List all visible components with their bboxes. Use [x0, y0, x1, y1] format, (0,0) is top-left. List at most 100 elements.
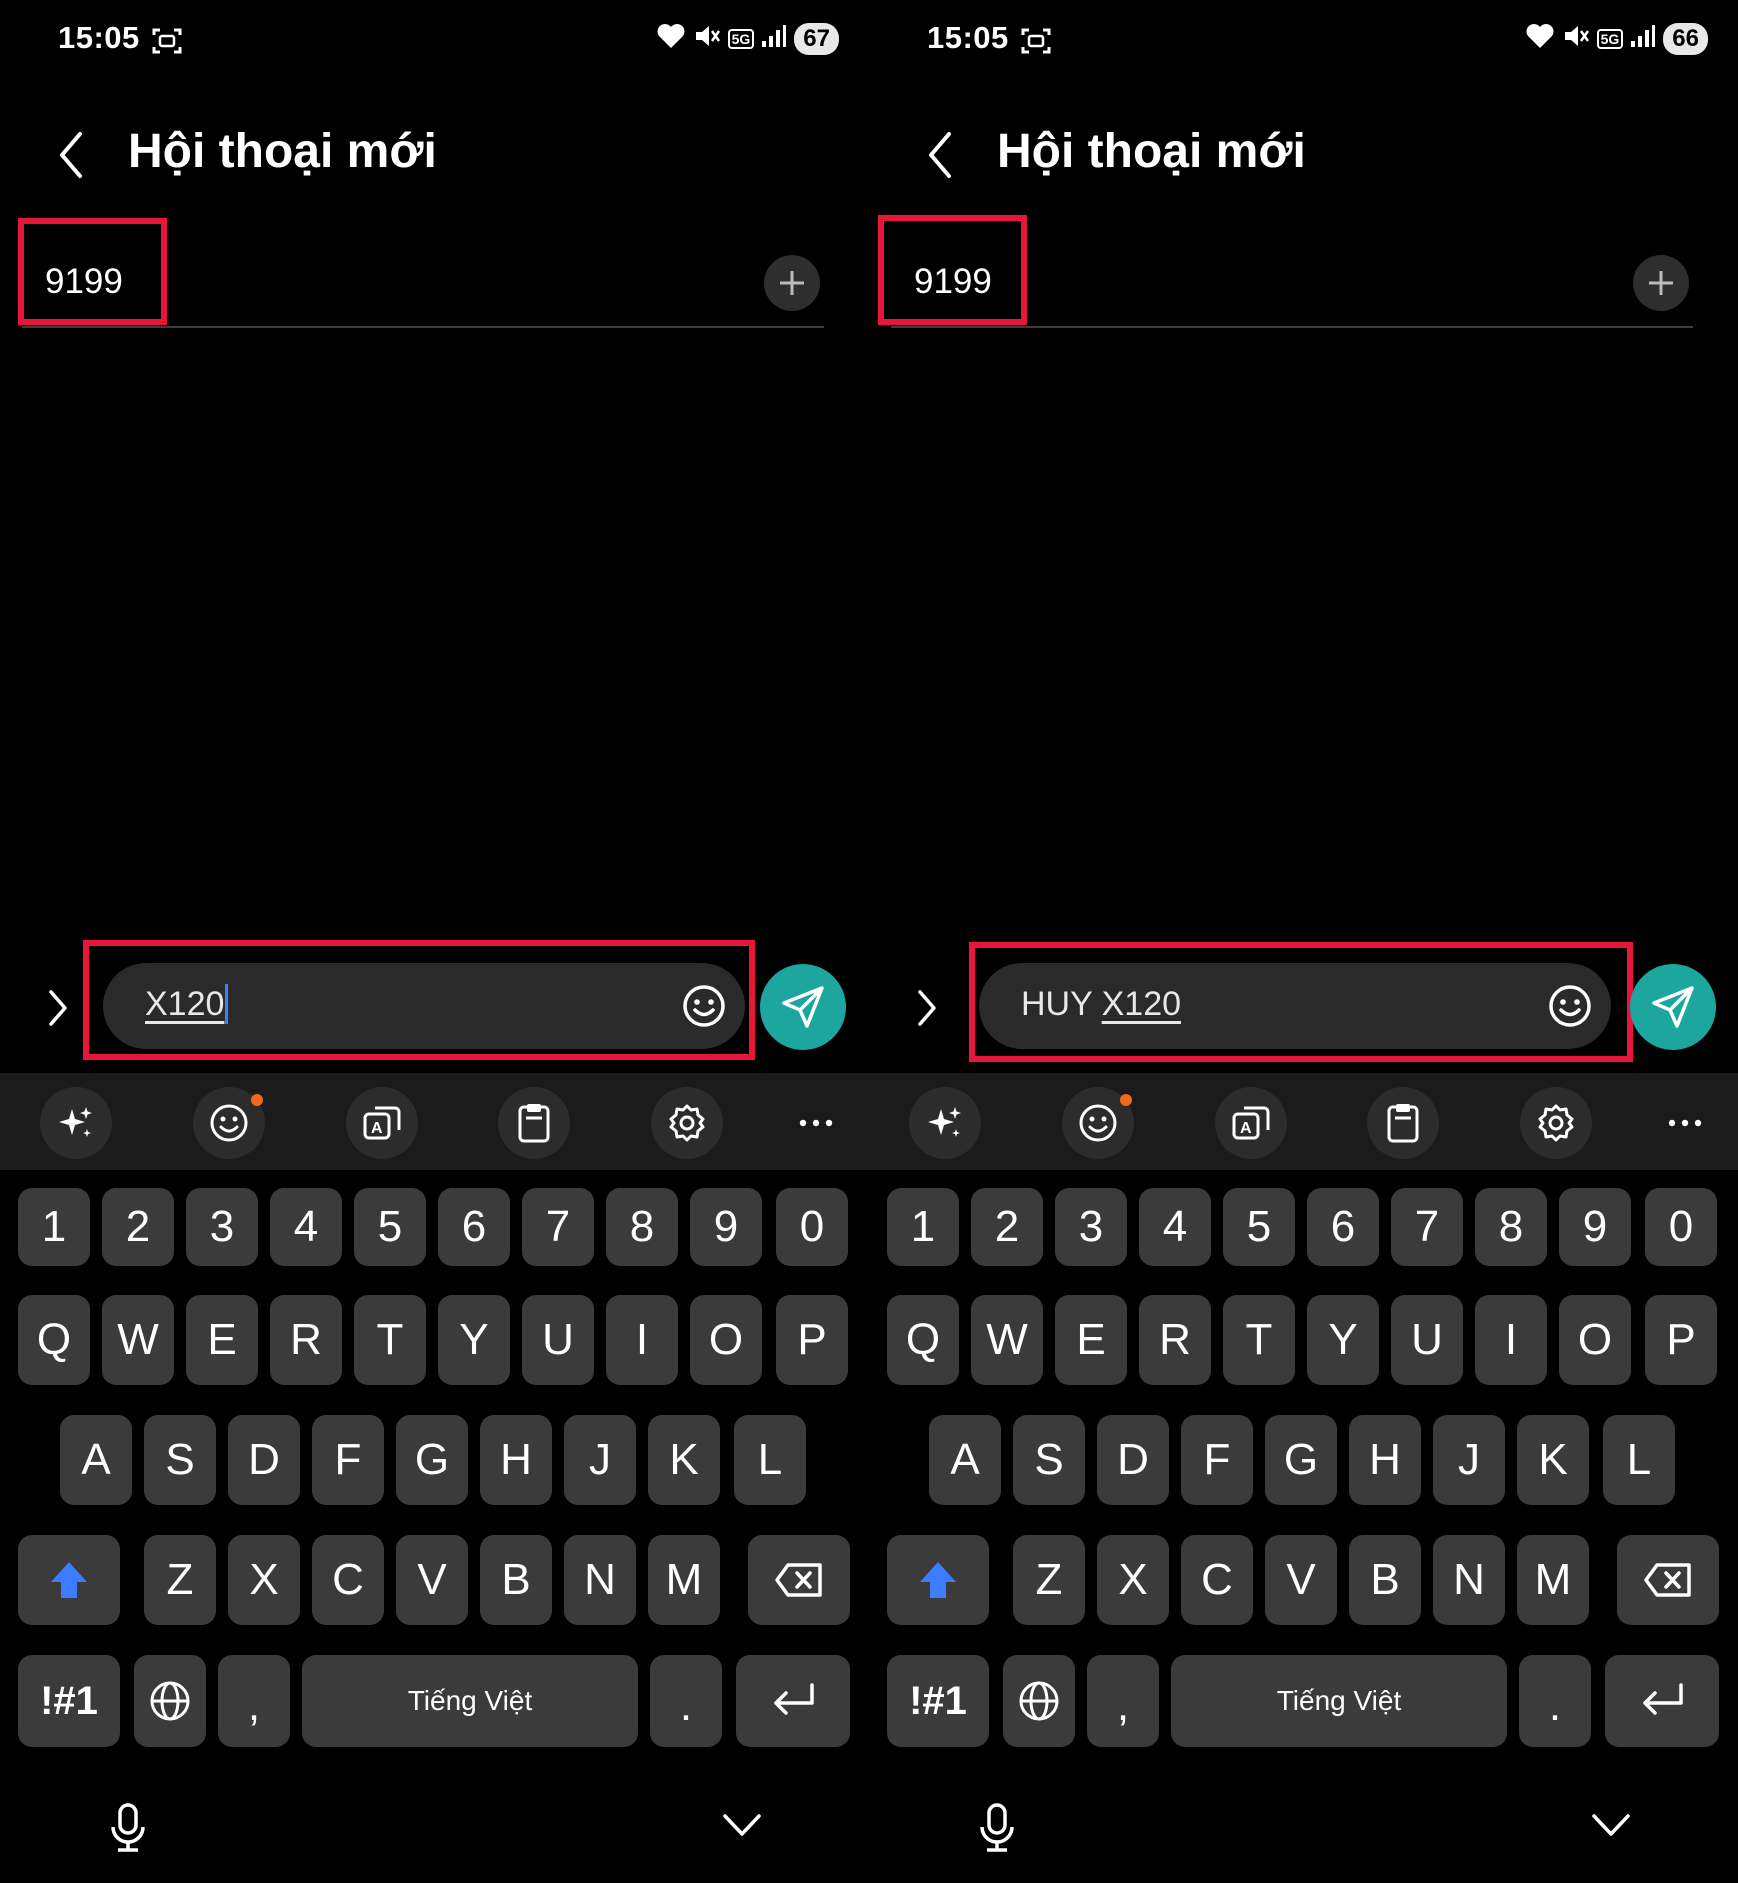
key-f[interactable]: F: [312, 1415, 384, 1505]
comma-key[interactable]: ,: [218, 1655, 290, 1747]
key-q[interactable]: Q: [887, 1295, 959, 1385]
key-a[interactable]: A: [60, 1415, 132, 1505]
key-0[interactable]: 0: [1645, 1188, 1717, 1266]
comma-key[interactable]: ,: [1087, 1655, 1159, 1747]
ai-sparkle-icon[interactable]: [40, 1087, 112, 1159]
more-icon[interactable]: [780, 1087, 852, 1159]
key-i[interactable]: I: [606, 1295, 678, 1385]
key-9[interactable]: 9: [690, 1188, 762, 1266]
key-u[interactable]: U: [522, 1295, 594, 1385]
period-key[interactable]: .: [1519, 1655, 1591, 1747]
settings-icon[interactable]: [1520, 1087, 1592, 1159]
key-y[interactable]: Y: [1307, 1295, 1379, 1385]
key-n[interactable]: N: [564, 1535, 636, 1625]
key-1[interactable]: 1: [887, 1188, 959, 1266]
key-6[interactable]: 6: [438, 1188, 510, 1266]
language-key[interactable]: [1003, 1655, 1075, 1747]
key-u[interactable]: U: [1391, 1295, 1463, 1385]
key-m[interactable]: M: [648, 1535, 720, 1625]
more-icon[interactable]: [1649, 1087, 1721, 1159]
key-k[interactable]: K: [1517, 1415, 1589, 1505]
key-s[interactable]: S: [144, 1415, 216, 1505]
key-e[interactable]: E: [186, 1295, 258, 1385]
shift-key[interactable]: [18, 1535, 120, 1625]
add-recipient-button[interactable]: [1633, 255, 1689, 311]
key-c[interactable]: C: [1181, 1535, 1253, 1625]
hide-keyboard-icon[interactable]: [722, 1812, 762, 1843]
key-w[interactable]: W: [102, 1295, 174, 1385]
message-input[interactable]: X120: [103, 963, 745, 1049]
recipient-field[interactable]: 9199: [22, 250, 824, 328]
key-l[interactable]: L: [734, 1415, 806, 1505]
key-f[interactable]: F: [1181, 1415, 1253, 1505]
key-g[interactable]: G: [1265, 1415, 1337, 1505]
key-z[interactable]: Z: [144, 1535, 216, 1625]
space-key[interactable]: Tiếng Việt: [1171, 1655, 1507, 1747]
enter-key[interactable]: [736, 1655, 850, 1747]
emoji-icon[interactable]: [681, 983, 727, 1034]
key-z[interactable]: Z: [1013, 1535, 1085, 1625]
key-5[interactable]: 5: [354, 1188, 426, 1266]
key-b[interactable]: B: [480, 1535, 552, 1625]
key-2[interactable]: 2: [971, 1188, 1043, 1266]
key-k[interactable]: K: [648, 1415, 720, 1505]
key-y[interactable]: Y: [438, 1295, 510, 1385]
key-n[interactable]: N: [1433, 1535, 1505, 1625]
message-input[interactable]: HUY X120: [979, 963, 1611, 1049]
key-j[interactable]: J: [564, 1415, 636, 1505]
send-button[interactable]: [760, 964, 846, 1050]
key-o[interactable]: O: [690, 1295, 762, 1385]
key-s[interactable]: S: [1013, 1415, 1085, 1505]
backspace-key[interactable]: [748, 1535, 850, 1625]
key-6[interactable]: 6: [1307, 1188, 1379, 1266]
emoji-keyboard-icon[interactable]: [193, 1087, 265, 1159]
ai-sparkle-icon[interactable]: [909, 1087, 981, 1159]
key-0[interactable]: 0: [776, 1188, 848, 1266]
key-q[interactable]: Q: [18, 1295, 90, 1385]
key-2[interactable]: 2: [102, 1188, 174, 1266]
key-i[interactable]: I: [1475, 1295, 1547, 1385]
key-1[interactable]: 1: [18, 1188, 90, 1266]
enter-key[interactable]: [1605, 1655, 1719, 1747]
key-4[interactable]: 4: [1139, 1188, 1211, 1266]
key-j[interactable]: J: [1433, 1415, 1505, 1505]
microphone-icon[interactable]: [977, 1802, 1017, 1859]
key-h[interactable]: H: [1349, 1415, 1421, 1505]
key-o[interactable]: O: [1559, 1295, 1631, 1385]
emoji-icon[interactable]: [1547, 983, 1593, 1034]
key-m[interactable]: M: [1517, 1535, 1589, 1625]
key-5[interactable]: 5: [1223, 1188, 1295, 1266]
key-p[interactable]: P: [776, 1295, 848, 1385]
key-x[interactable]: X: [228, 1535, 300, 1625]
key-7[interactable]: 7: [522, 1188, 594, 1266]
key-c[interactable]: C: [312, 1535, 384, 1625]
key-t[interactable]: T: [354, 1295, 426, 1385]
key-w[interactable]: W: [971, 1295, 1043, 1385]
space-key[interactable]: Tiếng Việt: [302, 1655, 638, 1747]
back-icon[interactable]: [925, 130, 955, 185]
add-recipient-button[interactable]: [764, 255, 820, 311]
key-b[interactable]: B: [1349, 1535, 1421, 1625]
send-button[interactable]: [1630, 964, 1716, 1050]
clipboard-icon[interactable]: [1367, 1087, 1439, 1159]
period-key[interactable]: .: [650, 1655, 722, 1747]
key-a[interactable]: A: [929, 1415, 1001, 1505]
key-r[interactable]: R: [1139, 1295, 1211, 1385]
expand-icon[interactable]: [915, 988, 939, 1033]
key-4[interactable]: 4: [270, 1188, 342, 1266]
language-key[interactable]: [134, 1655, 206, 1747]
expand-icon[interactable]: [46, 988, 70, 1033]
key-l[interactable]: L: [1603, 1415, 1675, 1505]
emoji-keyboard-icon[interactable]: [1062, 1087, 1134, 1159]
key-8[interactable]: 8: [1475, 1188, 1547, 1266]
settings-icon[interactable]: [651, 1087, 723, 1159]
key-r[interactable]: R: [270, 1295, 342, 1385]
key-d[interactable]: D: [1097, 1415, 1169, 1505]
key-3[interactable]: 3: [1055, 1188, 1127, 1266]
hide-keyboard-icon[interactable]: [1591, 1812, 1631, 1843]
symbols-key[interactable]: !#1: [887, 1655, 989, 1747]
key-8[interactable]: 8: [606, 1188, 678, 1266]
clipboard-icon[interactable]: [498, 1087, 570, 1159]
recipient-field[interactable]: 9199: [891, 250, 1693, 328]
key-7[interactable]: 7: [1391, 1188, 1463, 1266]
